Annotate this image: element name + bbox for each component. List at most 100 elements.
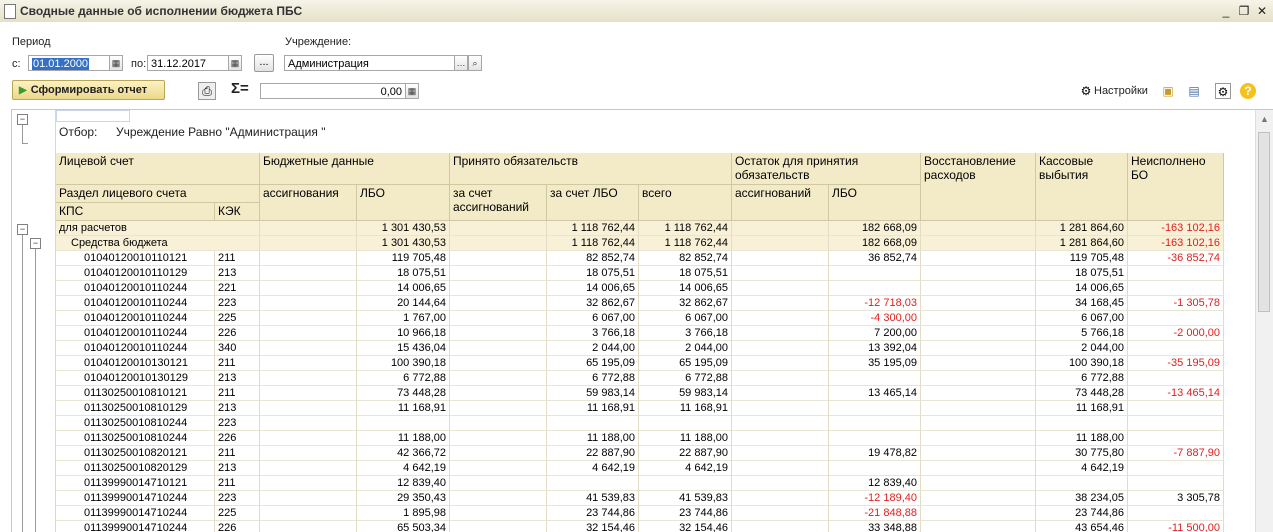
cell-restore <box>921 236 1036 251</box>
save-settings-icon[interactable]: ▤ <box>1186 83 1202 99</box>
header-total: всего <box>639 185 732 221</box>
cell-lbo: 1 767,00 <box>357 311 450 326</box>
table-row[interactable]: 01139990014710244 223 29 350,43 41 539,83 41… <box>56 491 1224 506</box>
calendar-from-icon[interactable]: ▦ <box>109 55 123 71</box>
cell-kps: 01040120010110244 <box>56 296 215 311</box>
cell-cash: 73 448,28 <box>1036 386 1128 401</box>
group-row[interactable]: для расчетов 1 301 430,53 1 118 762,44 1 11… <box>56 221 1224 236</box>
cell-total <box>639 476 732 491</box>
help-icon[interactable]: ? <box>1240 83 1256 99</box>
print-icon[interactable]: ⎙ <box>198 82 216 100</box>
date-from-field[interactable]: 01.01.2000 <box>28 55 110 71</box>
cell-alloc <box>260 236 357 251</box>
group-line <box>35 249 36 532</box>
report-spreadsheet[interactable]: − − − Отбор: Учреждение Равно "Администр… <box>11 109 1273 532</box>
group-row[interactable]: Средства бюджета 1 301 430,53 1 118 762,44… <box>56 236 1224 251</box>
table-row[interactable]: 01130250010810244 223 <box>56 416 1224 431</box>
cell-lbo: 42 366,72 <box>357 446 450 461</box>
table-row[interactable]: 01040120010110121 211 119 705,48 82 852,74 8… <box>56 251 1224 266</box>
cell-restore <box>921 386 1036 401</box>
close-icon[interactable]: ✕ <box>1254 3 1270 19</box>
cell-total: 41 539,83 <box>639 491 732 506</box>
restore-icon[interactable]: ❐ <box>1236 3 1252 19</box>
cell-by-alloc <box>450 266 547 281</box>
sum-field[interactable]: 0,00 <box>260 83 406 99</box>
table-row[interactable]: 01139990014710244 226 65 503,34 32 154,46 32… <box>56 521 1224 532</box>
cell-restore <box>921 221 1036 236</box>
cell-by-alloc <box>450 356 547 371</box>
cell-cash: 14 006,65 <box>1036 281 1128 296</box>
cell-rem-alloc <box>732 371 829 386</box>
table-row[interactable]: 01040120010110129 213 18 075,51 18 075,51 18… <box>56 266 1224 281</box>
table-row[interactable]: 01130250010810121 211 73 448,28 59 983,14 59… <box>56 386 1224 401</box>
settings-button[interactable]: Настройки <box>1094 85 1148 97</box>
cell-cash: 43 654,46 <box>1036 521 1128 532</box>
table-row[interactable]: 01130250010820129 213 4 642,19 4 642,19 4 64… <box>56 461 1224 476</box>
header-remaining: Остаток для принятия обязательств <box>732 153 921 185</box>
cell-kps: 01130250010810244 <box>56 416 215 431</box>
cell-alloc <box>260 356 357 371</box>
institution-select-button[interactable]: … <box>454 55 468 71</box>
window-titlebar: Сводные данные об исполнении бюджета ПБС… <box>0 0 1273 23</box>
cell-restore <box>921 266 1036 281</box>
cell-rem-lbo <box>829 461 921 476</box>
cell-total: 82 852,74 <box>639 251 732 266</box>
cell-alloc <box>260 401 357 416</box>
cell-rem-alloc <box>732 251 829 266</box>
cell-alloc <box>260 326 357 341</box>
table-row[interactable]: 01139990014710121 211 12 839,40 12 839,40 <box>56 476 1224 491</box>
cell-kek: 211 <box>215 356 260 371</box>
collapse-budget-funds-toggle[interactable]: − <box>30 238 41 249</box>
date-to-field[interactable]: 31.12.2017 <box>147 55 229 71</box>
minimize-icon[interactable]: _ <box>1218 3 1234 19</box>
settings-icon[interactable]: ⚙ <box>1078 83 1094 99</box>
institution-field[interactable]: Администрация <box>284 55 455 71</box>
collapse-settlements-toggle[interactable]: − <box>17 224 28 235</box>
calculator-icon[interactable]: ▦ <box>405 83 419 99</box>
generate-report-button[interactable]: ▶ Сформировать отчет <box>12 80 165 100</box>
folder-settings-icon[interactable]: ▣ <box>1160 83 1176 99</box>
options-icon[interactable]: ⚙ <box>1215 83 1231 99</box>
cell-rem-lbo <box>829 266 921 281</box>
calendar-to-icon[interactable]: ▦ <box>228 55 242 71</box>
collapse-header-toggle[interactable]: − <box>17 114 28 125</box>
cell-restore <box>921 461 1036 476</box>
to-label: по: <box>131 58 147 70</box>
table-row[interactable]: 01040120010130121 211 100 390,18 65 195,09 6… <box>56 356 1224 371</box>
cell-unexec <box>1128 311 1224 326</box>
header-section: Раздел лицевого счета <box>56 185 260 203</box>
table-row[interactable]: 01040120010110244 221 14 006,65 14 006,65 14… <box>56 281 1224 296</box>
cell-lbo: 14 006,65 <box>357 281 450 296</box>
cell-total: 14 006,65 <box>639 281 732 296</box>
table-row[interactable]: 01040120010110244 223 20 144,64 32 862,67 32… <box>56 296 1224 311</box>
cell-alloc <box>260 251 357 266</box>
vertical-scrollbar[interactable]: ▲ <box>1255 110 1273 532</box>
cell-rem-alloc <box>732 491 829 506</box>
cell-unexec <box>1128 476 1224 491</box>
header-by-allocations: за счет ассигнований <box>450 185 547 221</box>
cell-cash: 119 705,48 <box>1036 251 1128 266</box>
table-row[interactable]: 01040120010110244 226 10 966,18 3 766,18 3 7… <box>56 326 1224 341</box>
cell-by-alloc <box>450 461 547 476</box>
header-cash: Кассовые выбытия <box>1036 153 1128 221</box>
cell-total: 32 862,67 <box>639 296 732 311</box>
table-row[interactable]: 01139990014710244 225 1 895,98 23 744,86 23 … <box>56 506 1224 521</box>
cell-unexec: -11 500,00 <box>1128 521 1224 532</box>
scroll-thumb[interactable] <box>1258 132 1270 312</box>
cell-kek: 225 <box>215 311 260 326</box>
table-row[interactable]: 01040120010110244 340 15 436,04 2 044,00 2 0… <box>56 341 1224 356</box>
cell-rem-lbo: 35 195,09 <box>829 356 921 371</box>
cell-restore <box>921 506 1036 521</box>
search-icon[interactable]: ⌕ <box>468 55 482 71</box>
cell-unexec <box>1128 266 1224 281</box>
table-row[interactable]: 01040120010110244 225 1 767,00 6 067,00 6 06… <box>56 311 1224 326</box>
header-restore: Восстановление расходов <box>921 153 1036 221</box>
table-row[interactable]: 01130250010810129 213 11 168,91 11 168,91 11… <box>56 401 1224 416</box>
scroll-up-icon[interactable]: ▲ <box>1260 114 1269 124</box>
table-row[interactable]: 01040120010130129 213 6 772,88 6 772,88 6 77… <box>56 371 1224 386</box>
cell-by-lbo: 1 118 762,44 <box>547 221 639 236</box>
table-row[interactable]: 01130250010820121 211 42 366,72 22 887,90 22… <box>56 446 1224 461</box>
cell-kps: 01040120010110244 <box>56 281 215 296</box>
table-row[interactable]: 01130250010810244 226 11 188,00 11 188,00 11… <box>56 431 1224 446</box>
period-select-button[interactable]: ... <box>254 54 274 72</box>
